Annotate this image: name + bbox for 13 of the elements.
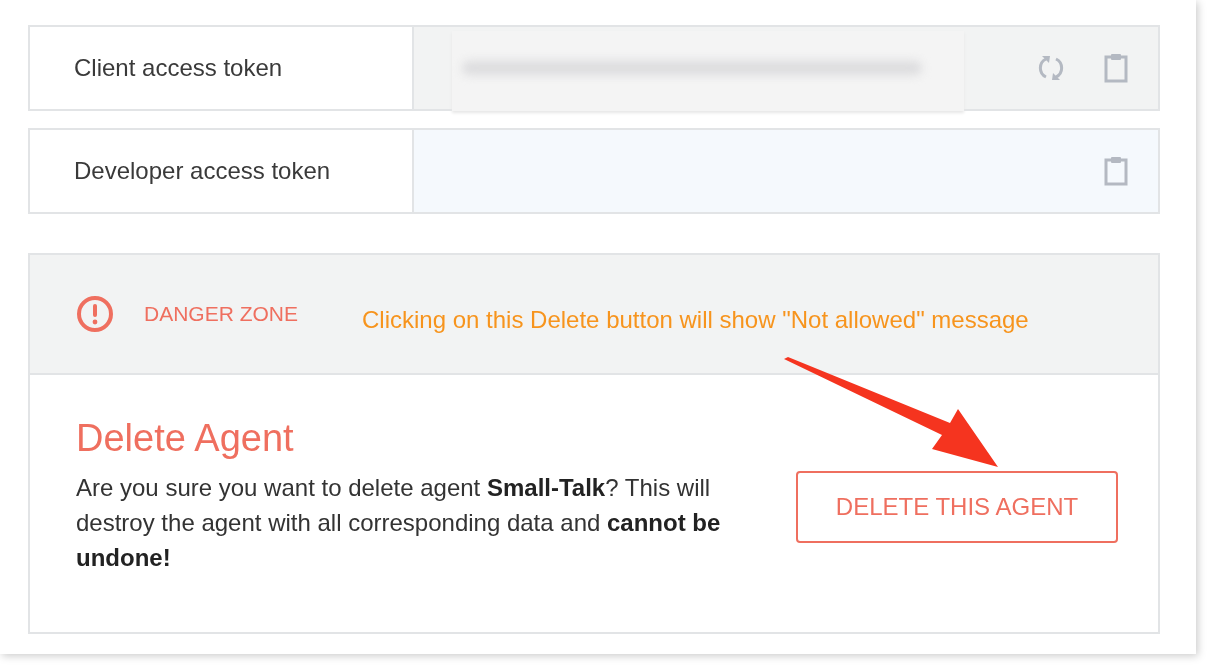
token-label: Developer access token (74, 157, 331, 185)
token-field[interactable] (414, 27, 1158, 109)
delete-agent-heading: Delete Agent (76, 417, 295, 460)
token-label: Client access token (74, 54, 283, 82)
token-field[interactable] (414, 130, 1158, 212)
delete-warning-text: Are you sure you want to delete agent Small-Talk? This will destroy the agent with all corresponding data and cannot be undone! (76, 473, 722, 573)
refresh-icon[interactable] (1036, 53, 1066, 83)
danger-zone-title: DANGER ZONE (144, 302, 298, 326)
annotation-text: Clicking on this Delete button will show "Not allowed" message (362, 306, 1029, 334)
delete-agent-button[interactable]: DELETE THIS AGENT (796, 471, 1118, 543)
clipboard-icon[interactable] (1104, 53, 1128, 83)
warning-icon (76, 295, 114, 333)
clipboard-icon[interactable] (1104, 156, 1128, 186)
